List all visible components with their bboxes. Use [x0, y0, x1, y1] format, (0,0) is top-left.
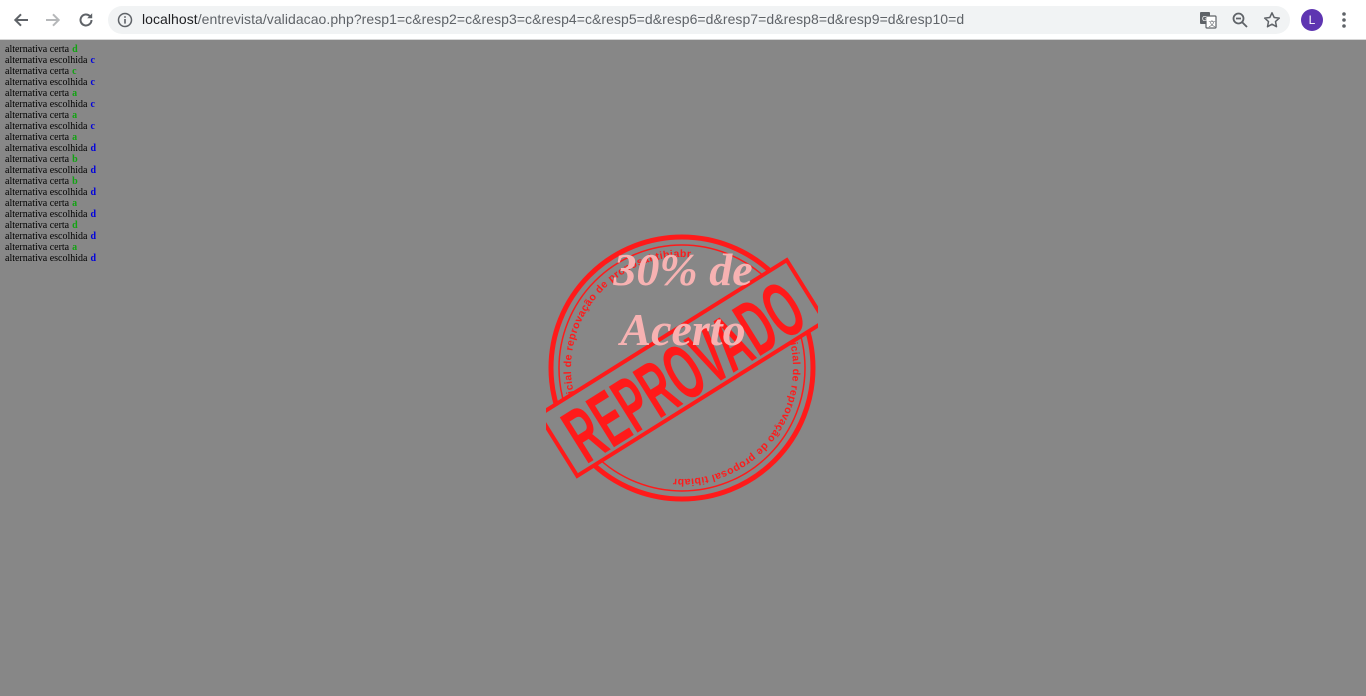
correct-answer-row: alternativa certa a	[5, 132, 96, 143]
row-label: alternativa escolhida	[5, 187, 88, 198]
correct-answer-row: alternativa certa b	[5, 176, 96, 187]
correct-answer-row: alternativa certa c	[5, 66, 96, 77]
row-label: alternativa certa	[5, 154, 70, 165]
row-label: alternativa certa	[5, 176, 70, 187]
info-icon[interactable]	[117, 12, 133, 28]
row-label: alternativa certa	[5, 132, 70, 143]
svg-text:G: G	[1202, 16, 1207, 23]
chosen-letter: c	[90, 77, 95, 88]
row-label: alternativa certa	[5, 110, 70, 121]
forward-arrow-icon[interactable]	[41, 8, 65, 32]
correct-answer-row: alternativa certa a	[5, 88, 96, 99]
correct-letter: a	[72, 198, 78, 209]
correct-letter: a	[72, 88, 78, 99]
correct-answer-row: alternativa certa a	[5, 242, 96, 253]
back-arrow-icon[interactable]	[9, 8, 33, 32]
chosen-answer-row: alternativa escolhida d	[5, 231, 96, 242]
chosen-answer-row: alternativa escolhida d	[5, 209, 96, 220]
correct-answer-row: alternativa certa a	[5, 110, 96, 121]
chosen-answer-row: alternativa escolhida c	[5, 99, 96, 110]
chosen-letter: c	[90, 55, 95, 66]
chosen-letter: d	[90, 253, 97, 264]
chosen-answer-row: alternativa escolhida c	[5, 77, 96, 88]
correct-letter: c	[72, 66, 77, 77]
more-vertical-icon[interactable]	[1334, 10, 1354, 30]
chosen-letter: d	[90, 165, 97, 176]
row-label: alternativa escolhida	[5, 165, 88, 176]
chosen-answer-row: alternativa escolhida c	[5, 121, 96, 132]
svg-text:文: 文	[1209, 19, 1216, 28]
correct-answer-row: alternativa certa b	[5, 154, 96, 165]
chosen-answer-row: alternativa escolhida c	[5, 55, 96, 66]
reload-icon[interactable]	[74, 8, 98, 32]
row-label: alternativa certa	[5, 198, 70, 209]
correct-letter: d	[72, 220, 78, 231]
row-label: alternativa escolhida	[5, 99, 88, 110]
chosen-letter: d	[90, 209, 97, 220]
row-label: alternativa certa	[5, 66, 70, 77]
chosen-letter: c	[90, 121, 95, 132]
correct-letter: a	[72, 110, 78, 121]
row-label: alternativa escolhida	[5, 253, 88, 264]
correct-letter: a	[72, 132, 78, 143]
correct-answer-row: alternativa certa a	[5, 198, 96, 209]
correct-letter: b	[72, 176, 78, 187]
row-label: alternativa certa	[5, 220, 70, 231]
correct-answer-row: alternativa certa d	[5, 220, 96, 231]
correct-letter: d	[72, 44, 78, 55]
row-label: alternativa escolhida	[5, 231, 88, 242]
profile-avatar[interactable]: L	[1301, 9, 1323, 31]
row-label: alternativa escolhida	[5, 143, 88, 154]
row-label: alternativa escolhida	[5, 209, 88, 220]
url-text[interactable]: localhost/entrevista/validacao.php?resp1…	[142, 11, 964, 27]
chosen-answer-row: alternativa escolhida d	[5, 187, 96, 198]
star-icon[interactable]	[1262, 10, 1282, 30]
translate-icon[interactable]: G文	[1198, 10, 1218, 30]
chosen-letter: c	[90, 99, 95, 110]
row-label: alternativa escolhida	[5, 55, 88, 66]
chosen-answer-row: alternativa escolhida d	[5, 165, 96, 176]
address-bar[interactable]: localhost/entrevista/validacao.php?resp1…	[108, 6, 1290, 34]
chosen-letter: d	[90, 143, 97, 154]
correct-letter: b	[72, 154, 78, 165]
chosen-letter: d	[90, 231, 97, 242]
row-label: alternativa escolhida	[5, 77, 88, 88]
chosen-answer-row: alternativa escolhida d	[5, 253, 96, 264]
browser-toolbar: localhost/entrevista/validacao.php?resp1…	[0, 0, 1366, 40]
chosen-letter: d	[90, 187, 97, 198]
row-label: alternativa certa	[5, 88, 70, 99]
score-text: 30% de Acerto	[613, 244, 753, 355]
correct-answer-row: alternativa certa d	[5, 44, 96, 55]
correct-letter: a	[72, 242, 78, 253]
zoom-icon[interactable]	[1230, 10, 1250, 30]
chosen-answer-row: alternativa escolhida d	[5, 143, 96, 154]
results-list: alternativa certa d alternativa escolhida c…	[5, 44, 96, 264]
row-label: alternativa certa	[5, 44, 70, 55]
row-label: alternativa certa	[5, 242, 70, 253]
row-label: alternativa escolhida	[5, 121, 88, 132]
